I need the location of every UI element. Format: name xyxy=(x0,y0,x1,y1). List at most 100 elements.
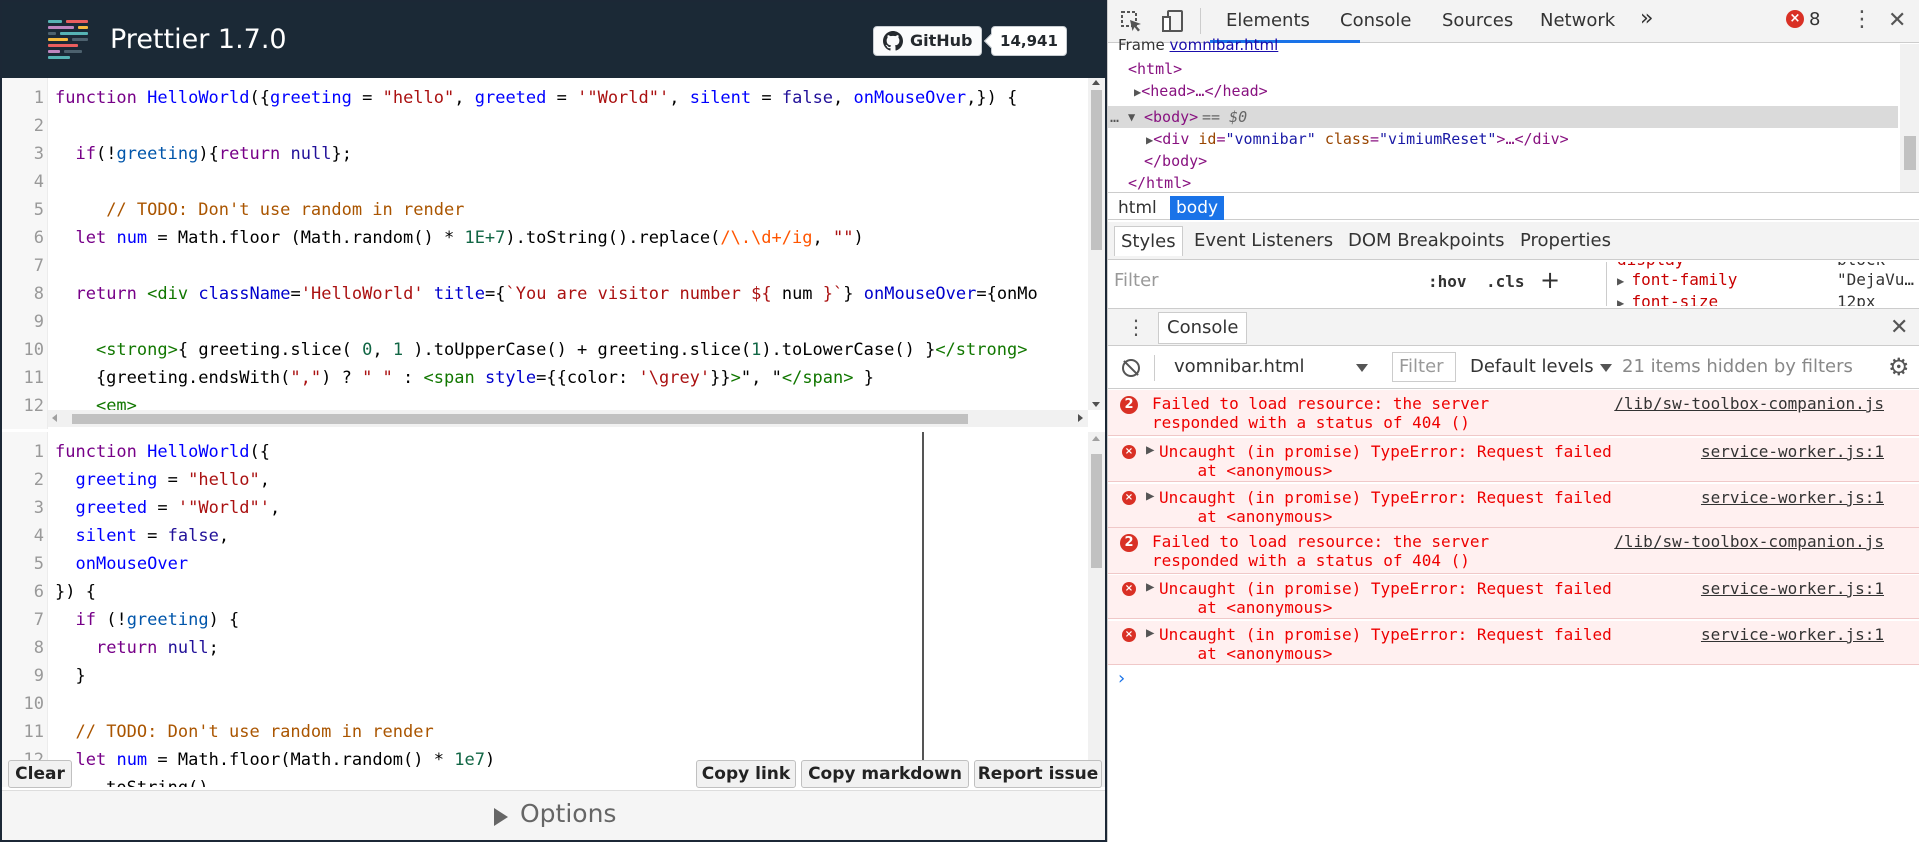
computed-row[interactable]: ▶ font-family "DejaVu… xyxy=(1617,270,1914,289)
message-source-link[interactable]: service-worker.js:1 xyxy=(1701,579,1884,598)
line-text[interactable]: let num = Math.floor(Math.random() * 1e7… xyxy=(55,746,495,774)
code-line[interactable]: 7 xyxy=(2,252,1082,280)
collapse-arrow-icon[interactable]: ▼ xyxy=(1128,106,1135,128)
tab-dom-breakpoints[interactable]: DOM Breakpoints xyxy=(1348,230,1504,251)
line-text[interactable]: greeting = "hello", xyxy=(55,466,270,494)
tab-sources[interactable]: Sources xyxy=(1442,10,1513,31)
console-prompt[interactable]: › xyxy=(1118,668,1125,689)
tab-network[interactable]: Network xyxy=(1540,10,1615,31)
output-vertical-scrollbar[interactable] xyxy=(1088,432,1105,787)
new-style-rule-button[interactable]: + xyxy=(1540,266,1560,294)
line-text[interactable]: } xyxy=(55,662,85,690)
line-text[interactable]: // TODO: Don't use random in render xyxy=(55,718,433,746)
code-line[interactable]: 11 // TODO: Don't use random in render xyxy=(2,718,1082,746)
scrollbar-thumb[interactable] xyxy=(1091,90,1102,250)
tab-properties[interactable]: Properties xyxy=(1520,230,1611,251)
code-line[interactable]: 8 return <div className='HelloWorld' tit… xyxy=(2,280,1082,308)
frame-link[interactable]: vomnibar.html xyxy=(1170,36,1279,54)
scroll-up-arrow-icon[interactable] xyxy=(1092,436,1100,441)
copy-markdown-button[interactable]: Copy markdown xyxy=(801,760,969,788)
message-source-link[interactable]: service-worker.js:1 xyxy=(1701,442,1884,461)
line-text[interactable]: let num = Math.floor (Math.random() * 1E… xyxy=(55,224,863,252)
tree-html-open[interactable]: <html> xyxy=(1128,58,1182,80)
code-line[interactable]: 1 function HelloWorld({ xyxy=(2,438,1082,466)
report-issue-button[interactable]: Report issue xyxy=(974,760,1102,788)
options-toggle[interactable]: Options xyxy=(2,790,1105,840)
console-filter-input[interactable]: Filter xyxy=(1392,352,1456,382)
console-error-message[interactable]: 2 Failed to load resource: the server res… xyxy=(1108,528,1919,574)
class-toggle[interactable]: .cls xyxy=(1486,272,1525,291)
console-error-message[interactable]: × ▶ Uncaught (in promise) TypeError: Reque… xyxy=(1108,484,1919,528)
console-error-message[interactable]: × ▶ Uncaught (in promise) TypeError: Reque… xyxy=(1108,438,1919,482)
message-source-link[interactable]: /lib/sw-toolbox-companion.js xyxy=(1614,532,1884,551)
tree-body-close[interactable]: </body> xyxy=(1144,150,1207,172)
scroll-right-arrow-icon[interactable] xyxy=(1078,414,1083,422)
tree-body-node-selected[interactable]: … ▼ <body> == $0 xyxy=(1108,106,1898,128)
context-selector[interactable]: vomnibar.html xyxy=(1174,356,1305,377)
elements-scrollbar[interactable] xyxy=(1900,44,1919,192)
error-count[interactable]: 8 xyxy=(1809,9,1820,30)
line-text[interactable]: }) { xyxy=(55,578,96,606)
scroll-up-arrow-icon[interactable] xyxy=(1092,80,1100,85)
line-text[interactable]: greeted = '"World"', xyxy=(55,494,280,522)
output-editor[interactable]: 1 function HelloWorld({2 greeting = "hell… xyxy=(2,432,1105,787)
clear-console-icon[interactable] xyxy=(1122,359,1140,377)
styles-filter-input[interactable]: Filter xyxy=(1114,270,1159,291)
line-text[interactable]: <strong>{ greeting.slice( 0, 1 ).toUpper… xyxy=(55,336,1027,364)
line-text[interactable]: if (!greeting) { xyxy=(55,606,239,634)
expand-arrow-icon[interactable]: ▶ xyxy=(1146,488,1154,504)
code-line[interactable]: 6}) { xyxy=(2,578,1082,606)
console-error-message[interactable]: × ▶ Uncaught (in promise) TypeError: Reque… xyxy=(1108,575,1919,619)
computed-row[interactable]: ▶ font-size 12px xyxy=(1617,292,1876,306)
drawer-tab-console[interactable]: Console xyxy=(1158,312,1248,344)
log-levels-dropdown[interactable]: Default levels xyxy=(1470,356,1594,377)
code-line[interactable]: 6 let num = Math.floor (Math.random() * … xyxy=(2,224,1082,252)
code-line[interactable]: 8 return null; xyxy=(2,634,1082,662)
error-icon[interactable]: × xyxy=(1786,10,1804,28)
line-text[interactable]: .toString() xyxy=(55,774,209,787)
code-line[interactable]: 5 onMouseOver xyxy=(2,550,1082,578)
drawer-menu-icon[interactable]: ⋮ xyxy=(1126,315,1146,339)
line-text[interactable]: if(!greeting){return null}; xyxy=(55,140,351,168)
tree-div-node[interactable]: ▶<div id="vomnibar" class="vimiumReset">… xyxy=(1146,128,1569,150)
code-line[interactable]: 1 function HelloWorld({greeting = "hello"… xyxy=(2,84,1082,112)
close-drawer-icon[interactable]: ✕ xyxy=(1890,315,1908,340)
scrollbar-thumb[interactable] xyxy=(1091,454,1102,568)
github-star-count[interactable]: 14,941 xyxy=(991,26,1067,56)
clear-button[interactable]: Clear xyxy=(8,760,72,788)
tab-styles[interactable]: Styles xyxy=(1114,226,1183,256)
hover-state-toggle[interactable]: :hov xyxy=(1428,272,1467,291)
scrollbar-thumb[interactable] xyxy=(1904,136,1916,170)
line-text[interactable]: return null; xyxy=(55,634,219,662)
input-horizontal-scrollbar[interactable] xyxy=(48,410,1088,427)
devtools-menu-icon[interactable]: ⋮ xyxy=(1851,8,1873,32)
code-line[interactable]: 2 xyxy=(2,112,1082,140)
more-tabs-button[interactable]: » xyxy=(1640,6,1653,31)
expand-arrow-icon[interactable]: ▶ xyxy=(1146,442,1154,458)
breadcrumb-html[interactable]: html xyxy=(1112,196,1163,220)
code-line[interactable]: 4 silent = false, xyxy=(2,522,1082,550)
gear-icon[interactable]: ⚙ xyxy=(1888,353,1910,381)
line-text[interactable]: {greeting.endsWith(",") ? " " : <span st… xyxy=(55,364,874,392)
code-line[interactable]: 3 greeted = '"World"', xyxy=(2,494,1082,522)
tree-head-node[interactable]: ▶<head>…</head> xyxy=(1134,80,1268,102)
code-line[interactable]: 10 xyxy=(2,690,1082,718)
line-text[interactable]: function HelloWorld({greeting = "hello",… xyxy=(55,84,1017,112)
tab-elements[interactable]: Elements xyxy=(1226,10,1310,31)
tab-console[interactable]: Console xyxy=(1340,10,1411,31)
computed-row[interactable]: displayblock xyxy=(1617,262,1885,269)
console-error-message[interactable]: × ▶ Uncaught (in promise) TypeError: Reque… xyxy=(1108,621,1919,665)
message-source-link[interactable]: /lib/sw-toolbox-companion.js xyxy=(1614,394,1884,413)
expand-arrow-icon[interactable]: ▶ xyxy=(1146,579,1154,595)
tab-event-listeners[interactable]: Event Listeners xyxy=(1194,230,1333,251)
code-line[interactable]: 4 xyxy=(2,168,1082,196)
inspect-element-icon[interactable] xyxy=(1120,10,1144,34)
scroll-left-arrow-icon[interactable] xyxy=(52,414,57,422)
code-line[interactable]: 7 if (!greeting) { xyxy=(2,606,1082,634)
line-text[interactable]: onMouseOver xyxy=(55,550,188,578)
scroll-down-arrow-icon[interactable] xyxy=(1092,402,1100,407)
expand-arrow-icon[interactable]: ▶ xyxy=(1617,274,1631,288)
message-source-link[interactable]: service-worker.js:1 xyxy=(1701,625,1884,644)
line-text[interactable]: function HelloWorld({ xyxy=(55,438,270,466)
scrollbar-thumb[interactable] xyxy=(72,414,968,424)
